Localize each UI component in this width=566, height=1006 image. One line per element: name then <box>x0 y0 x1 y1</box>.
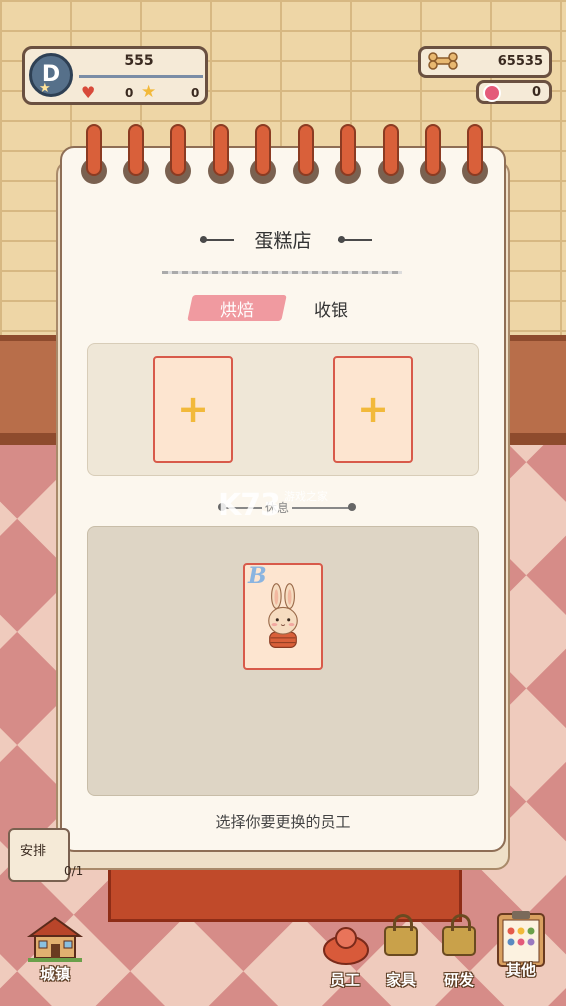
plus-icon: + <box>357 387 389 431</box>
shop-title-row: 蛋糕店 <box>60 226 506 256</box>
employee-slot[interactable]: + <box>153 356 233 463</box>
arrange-panel[interactable]: 安排 0/1 <box>8 828 83 882</box>
bones-currency[interactable]: 65535 <box>418 46 552 78</box>
bone-icon <box>428 52 458 70</box>
nav-research[interactable]: 研发 <box>428 914 490 990</box>
nav-town[interactable]: 城镇 <box>24 914 86 984</box>
binder-ring <box>170 124 186 176</box>
title-deco-right <box>338 236 372 243</box>
binder-ring <box>255 124 271 176</box>
employee-slot[interactable]: + <box>333 356 413 463</box>
binder-ring <box>467 124 483 176</box>
tab-bake-label: 烘焙 <box>220 301 254 321</box>
candy-value: 0 <box>531 85 541 100</box>
progress-bar <box>79 75 203 78</box>
watermark-logo: K73 <box>218 488 281 523</box>
arrange-count: 0/1 <box>64 864 84 878</box>
nav-furniture-label: 家具 <box>385 971 416 989</box>
rank-star-icon: ★ <box>39 81 51 96</box>
hearts-value: 0 <box>125 86 134 100</box>
candy-icon <box>483 84 501 102</box>
title-underline <box>162 271 402 274</box>
nav-research-label: 研发 <box>443 971 474 989</box>
binder-ring <box>383 124 399 176</box>
binder-ring <box>298 124 314 176</box>
lock-icon <box>384 914 418 956</box>
nav-staff-label: 员工 <box>329 971 360 989</box>
work-slots-panel <box>87 343 479 476</box>
star-icon: ★ <box>141 82 157 102</box>
staff-card[interactable]: B <box>243 563 323 670</box>
lock-icon <box>442 914 476 956</box>
nav-staff[interactable]: 员工 <box>314 920 376 990</box>
nav-town-label: 城镇 <box>39 965 70 983</box>
instruction-text: 选择你要更换的员工 <box>215 813 351 831</box>
bones-value: 65535 <box>497 54 543 69</box>
money-value: 555 <box>124 53 154 69</box>
hearts-stars-row: ♥ 0 ★ 0 <box>79 82 209 103</box>
heart-icon: ♥ <box>81 83 96 102</box>
nav-other-label: 其他 <box>505 961 536 979</box>
rank-badge: D <box>29 53 73 97</box>
house-icon <box>26 916 84 962</box>
stars-value: 0 <box>191 86 200 100</box>
shop-title: 蛋糕店 <box>254 230 312 252</box>
player-stats-panel[interactable]: D ★ 555 ♥ 0 ★ 0 <box>22 46 208 105</box>
binder-ring <box>340 124 356 176</box>
tab-bake[interactable]: 烘焙 <box>187 292 287 324</box>
binder-ring <box>128 124 144 176</box>
binder-ring <box>425 124 441 176</box>
nav-furniture[interactable]: 家具 <box>370 914 432 990</box>
binder-ring <box>86 124 102 176</box>
watermark-text: 游戏之家 <box>284 490 328 503</box>
binder-ring <box>213 124 229 176</box>
tab-cashier[interactable]: 收银 <box>296 296 366 321</box>
bunny-employee-icon <box>268 583 298 648</box>
nav-other[interactable]: 其他 <box>490 910 552 980</box>
arrange-label: 安排 <box>20 844 47 859</box>
plus-icon: + <box>177 387 209 431</box>
divider-dot <box>348 503 356 511</box>
staff-hat-icon <box>323 927 369 965</box>
candy-currency[interactable]: 0 <box>476 80 552 104</box>
